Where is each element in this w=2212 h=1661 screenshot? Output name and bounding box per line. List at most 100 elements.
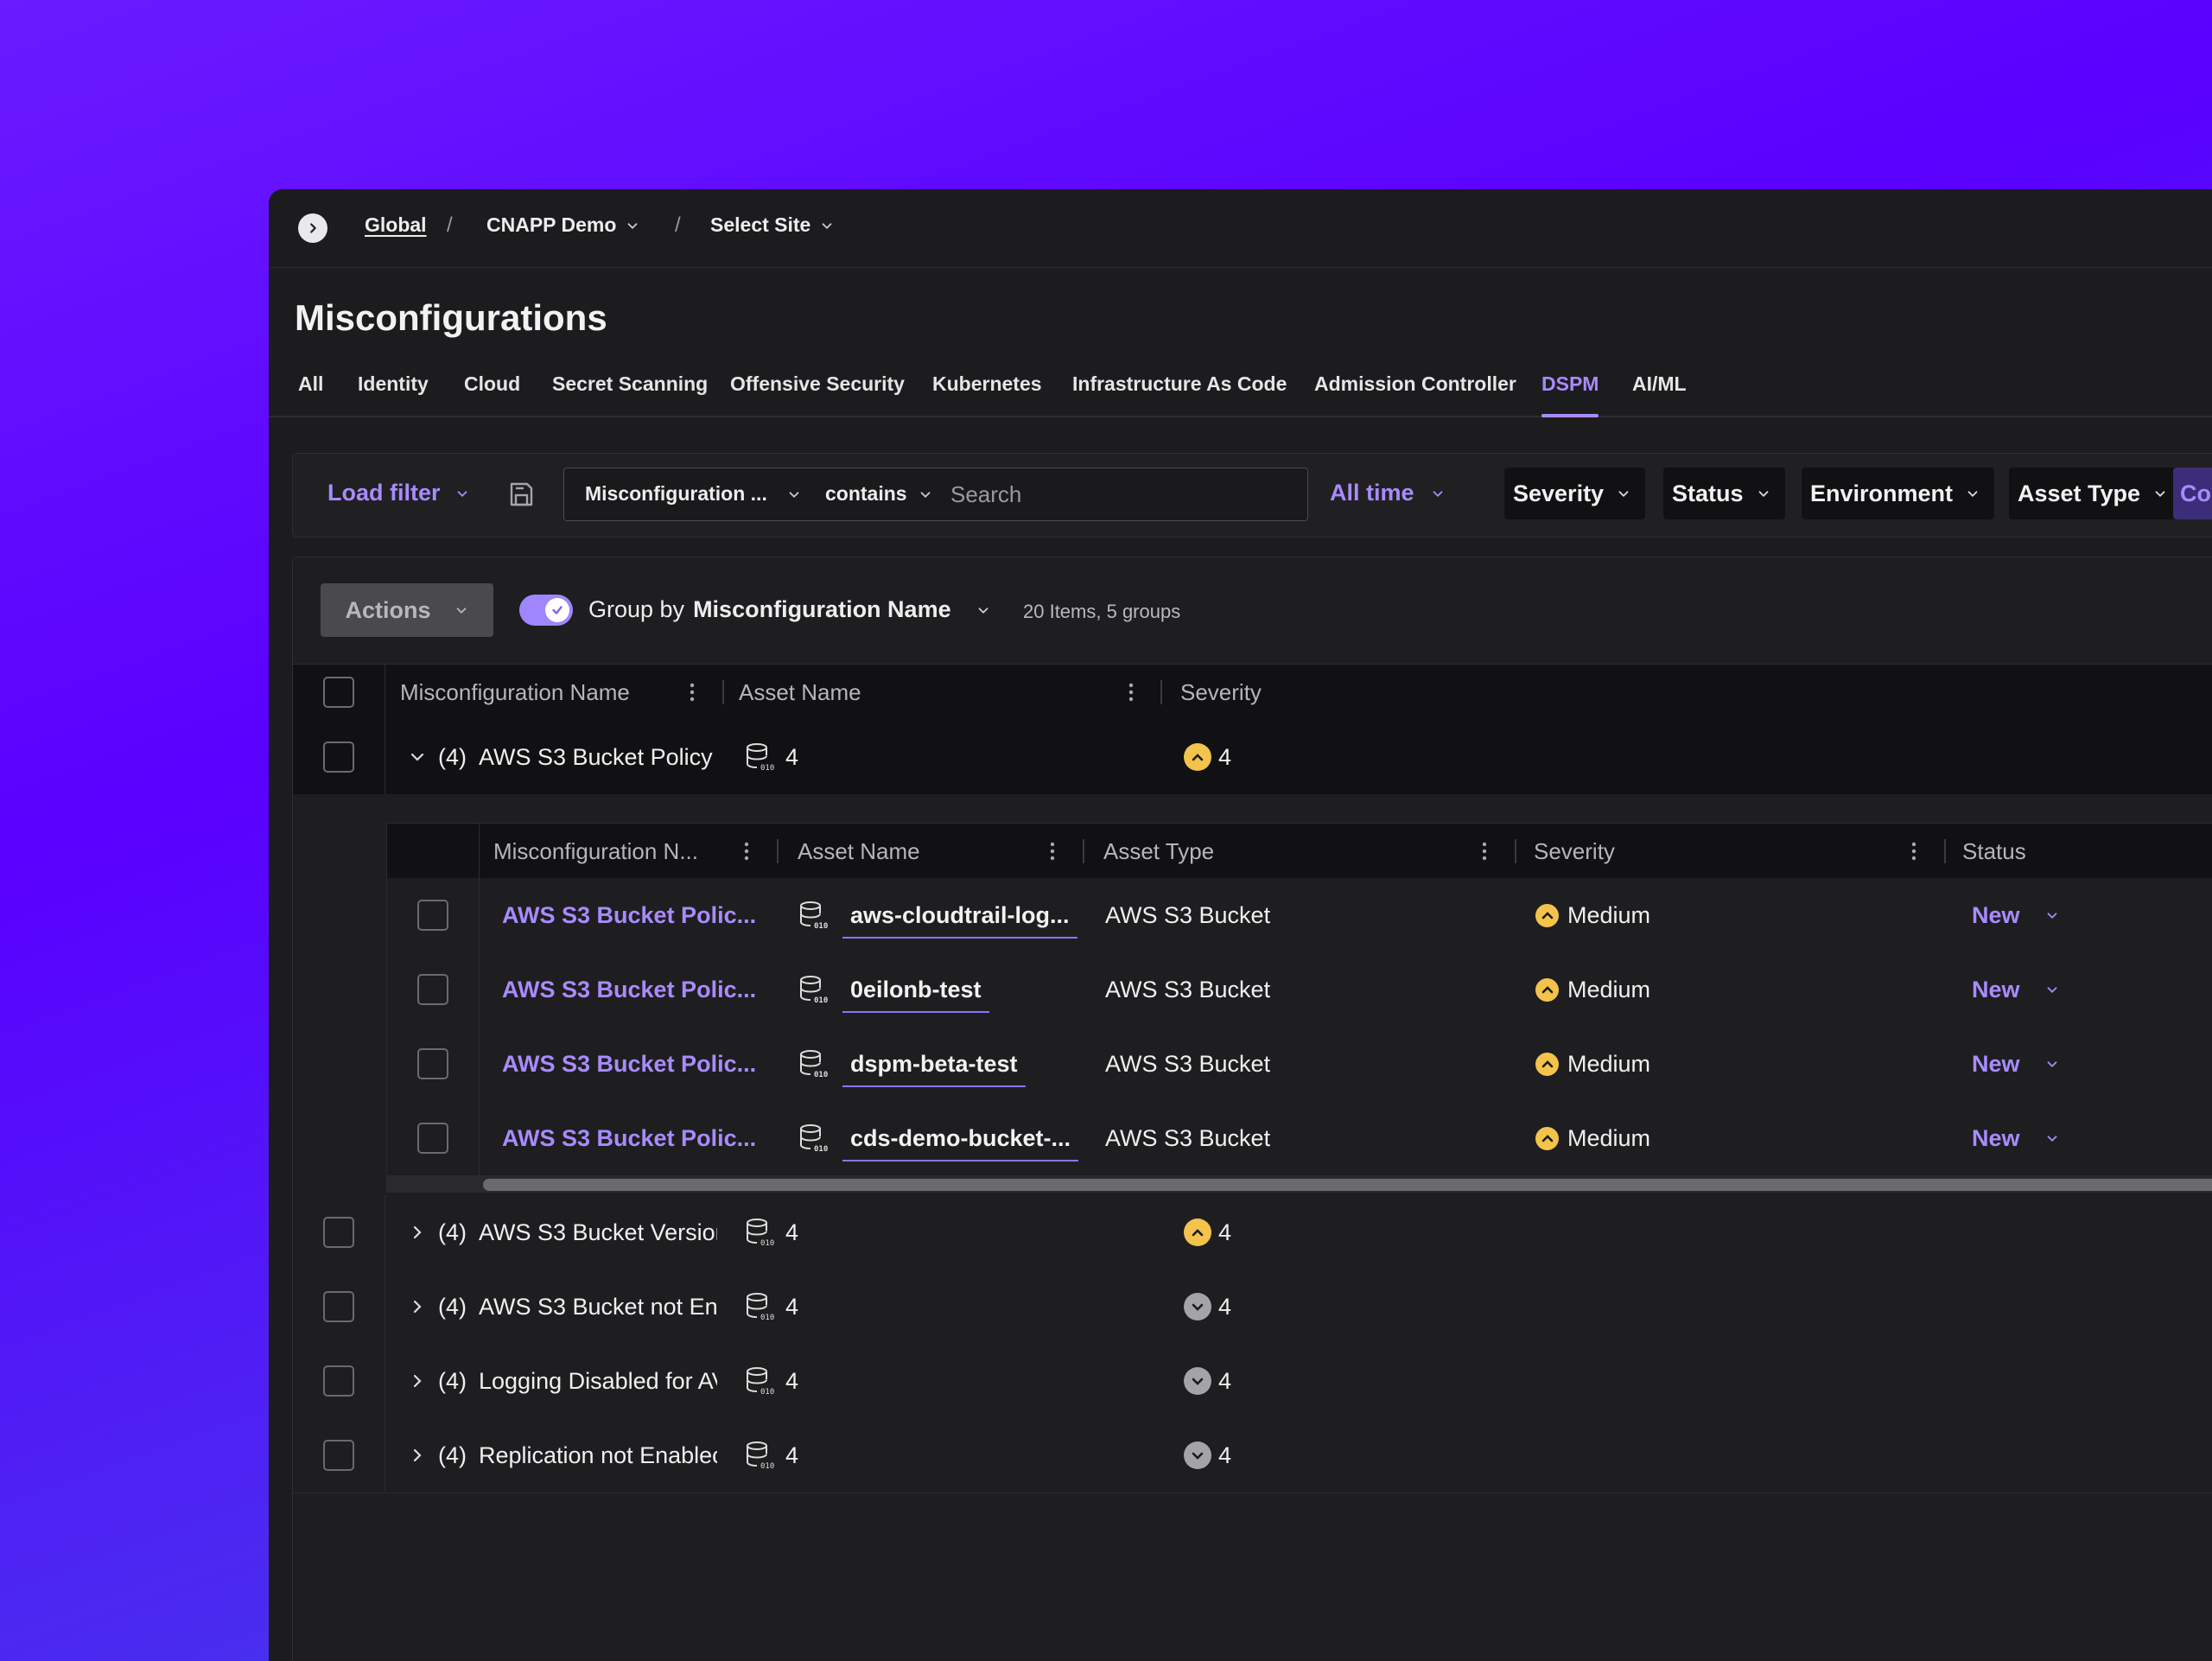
group-asset-value: 4 — [785, 1293, 799, 1320]
time-range-dropdown[interactable]: All time — [1330, 480, 1446, 506]
misconfiguration-link[interactable]: AWS S3 Bucket Polic... — [502, 1101, 756, 1175]
svg-text:010: 010 — [760, 764, 774, 773]
tab-offensive-security[interactable]: Offensive Security — [730, 371, 905, 416]
asset-link[interactable]: aws-cloudtrail-log... — [842, 897, 1077, 939]
nested-header-status[interactable]: Status — [1962, 824, 2026, 879]
chevron-right-icon — [310, 223, 316, 233]
asset-link[interactable]: 0eilonb-test — [842, 971, 989, 1013]
nested-header-type[interactable]: Asset Type — [1103, 824, 1214, 879]
group-asset-count: 010 4 — [744, 720, 798, 794]
group-row[interactable]: (4) AWS S3 Bucket not Enc 010 4 4 — [293, 1270, 2212, 1345]
row-checkbox[interactable] — [417, 900, 448, 931]
chevron-down-icon — [822, 222, 832, 229]
row-checkbox[interactable] — [323, 1217, 354, 1248]
table-row[interactable]: AWS S3 Bucket Polic... 010 aws-cloudtrai… — [386, 878, 2212, 953]
table-row[interactable]: AWS S3 Bucket Polic... 010 0eilonb-test … — [386, 952, 2212, 1028]
tab-secret-scanning[interactable]: Secret Scanning — [552, 371, 708, 416]
column-menu-icon[interactable] — [1911, 839, 1916, 863]
tab-kubernetes[interactable]: Kubernetes — [932, 371, 1042, 416]
tab-cloud[interactable]: Cloud — [464, 371, 520, 416]
tab-all[interactable]: All — [298, 371, 323, 416]
chevron-right-icon[interactable] — [409, 1447, 426, 1464]
status-filter[interactable]: Status — [1663, 468, 1785, 519]
breadcrumb-global[interactable]: Global — [365, 213, 427, 237]
status-dropdown[interactable]: New — [1972, 1101, 2060, 1175]
more-filter-button[interactable]: Co — [2173, 468, 2212, 519]
asset-type-filter-label: Asset Type — [2018, 480, 2141, 506]
group-severity: 4 — [1184, 1344, 1231, 1418]
severity-label: Medium — [1567, 976, 1651, 1002]
search-field-dropdown[interactable]: Misconfiguration ... — [585, 482, 802, 506]
group-asset-count: 010 4 — [744, 1418, 798, 1492]
nested-header-severity[interactable]: Severity — [1534, 824, 1615, 879]
search-operator-dropdown[interactable]: contains — [825, 482, 933, 506]
tab-ai-ml[interactable]: AI/ML — [1632, 371, 1687, 416]
load-filter-dropdown[interactable]: Load filter — [327, 480, 470, 506]
tab-admission-controller[interactable]: Admission Controller — [1314, 371, 1516, 416]
asset-link[interactable]: cds-demo-bucket-... — [842, 1120, 1079, 1161]
expand-sidebar-button[interactable] — [298, 213, 327, 243]
row-checkbox[interactable] — [323, 1291, 354, 1322]
column-divider — [777, 839, 779, 863]
row-checkbox[interactable] — [323, 1365, 354, 1397]
column-header-severity[interactable]: Severity — [1180, 665, 1262, 720]
group-row[interactable]: (4) AWS S3 Bucket Version 010 4 4 — [293, 1195, 2212, 1270]
column-menu-icon[interactable] — [1050, 839, 1055, 863]
actions-dropdown[interactable]: Actions — [321, 583, 493, 637]
chevron-right-icon[interactable] — [409, 1298, 426, 1315]
row-checkbox[interactable] — [417, 1048, 448, 1079]
column-header-name[interactable]: Misconfiguration Name — [400, 665, 630, 720]
misconfiguration-link[interactable]: AWS S3 Bucket Polic... — [502, 878, 756, 952]
column-menu-icon[interactable] — [1482, 839, 1487, 863]
chevron-right-icon[interactable] — [409, 1372, 426, 1390]
tab-infrastructure-as-code[interactable]: Infrastructure As Code — [1072, 371, 1287, 416]
save-filter-icon[interactable] — [505, 478, 537, 511]
select-all-checkbox[interactable] — [323, 677, 354, 708]
row-checkbox[interactable] — [417, 974, 448, 1005]
medium-severity-icon — [1184, 1219, 1211, 1246]
chevron-right-icon[interactable] — [409, 1224, 426, 1241]
tab-dspm[interactable]: DSPM — [1541, 371, 1599, 417]
table-row[interactable]: AWS S3 Bucket Polic... 010 dspm-beta-tes… — [386, 1027, 2212, 1102]
group-name: Replication not Enablec — [479, 1441, 717, 1468]
nested-header-asset[interactable]: Asset Name — [798, 824, 920, 879]
row-checkbox-cell — [293, 1418, 385, 1492]
asset-type-filter[interactable]: Asset Type — [2009, 468, 2183, 519]
scrollbar-thumb[interactable] — [483, 1179, 2212, 1191]
time-range-label: All time — [1330, 480, 1414, 506]
column-menu-icon[interactable] — [744, 839, 749, 863]
misconfiguration-link[interactable]: AWS S3 Bucket Polic... — [502, 952, 756, 1027]
row-checkbox[interactable] — [323, 741, 354, 773]
chevron-down-icon — [789, 491, 799, 498]
row-checkbox[interactable] — [417, 1123, 448, 1154]
table-row[interactable]: AWS S3 Bucket Polic... 010 cds-demo-buck… — [386, 1101, 2212, 1176]
column-menu-icon[interactable] — [1128, 680, 1134, 704]
status-dropdown[interactable]: New — [1972, 952, 2060, 1027]
svg-text:010: 010 — [814, 1071, 828, 1079]
low-severity-icon — [1184, 1441, 1211, 1469]
row-checkbox[interactable] — [323, 1440, 354, 1471]
tab-identity[interactable]: Identity — [358, 371, 429, 416]
misconfiguration-link[interactable]: AWS S3 Bucket Polic... — [502, 1027, 756, 1101]
group-row[interactable]: (4) Replication not Enablec 010 4 4 — [293, 1418, 2212, 1493]
status-dropdown[interactable]: New — [1972, 1027, 2060, 1101]
column-menu-icon[interactable] — [690, 680, 695, 704]
group-by-toggle[interactable] — [519, 595, 573, 626]
database-icon: 010 — [747, 1441, 774, 1471]
chevron-down-icon[interactable] — [409, 748, 426, 766]
top-bar: Global / CNAPP Demo / Select Site — [269, 189, 2212, 268]
environment-filter[interactable]: Environment — [1802, 468, 1995, 519]
breadcrumb-account[interactable]: CNAPP Demo — [486, 213, 640, 237]
search-input[interactable] — [949, 477, 1298, 512]
nested-header-name[interactable]: Misconfiguration N... — [493, 824, 698, 879]
horizontal-scrollbar[interactable] — [386, 1175, 2212, 1193]
status-dropdown[interactable]: New — [1972, 878, 2060, 952]
column-header-asset[interactable]: Asset Name — [739, 665, 861, 720]
severity-filter[interactable]: Severity — [1504, 468, 1646, 519]
group-by-selector[interactable]: Group by Misconfiguration Name — [588, 596, 991, 623]
breadcrumb-site[interactable]: Select Site — [710, 213, 835, 237]
row-checkbox-cell — [387, 1027, 480, 1101]
group-row[interactable]: (4) AWS S3 Bucket Policy c 010 4 4 — [293, 720, 2212, 795]
asset-link[interactable]: dspm-beta-test — [842, 1046, 1026, 1087]
group-row[interactable]: (4) Logging Disabled for AV 010 4 4 — [293, 1344, 2212, 1419]
